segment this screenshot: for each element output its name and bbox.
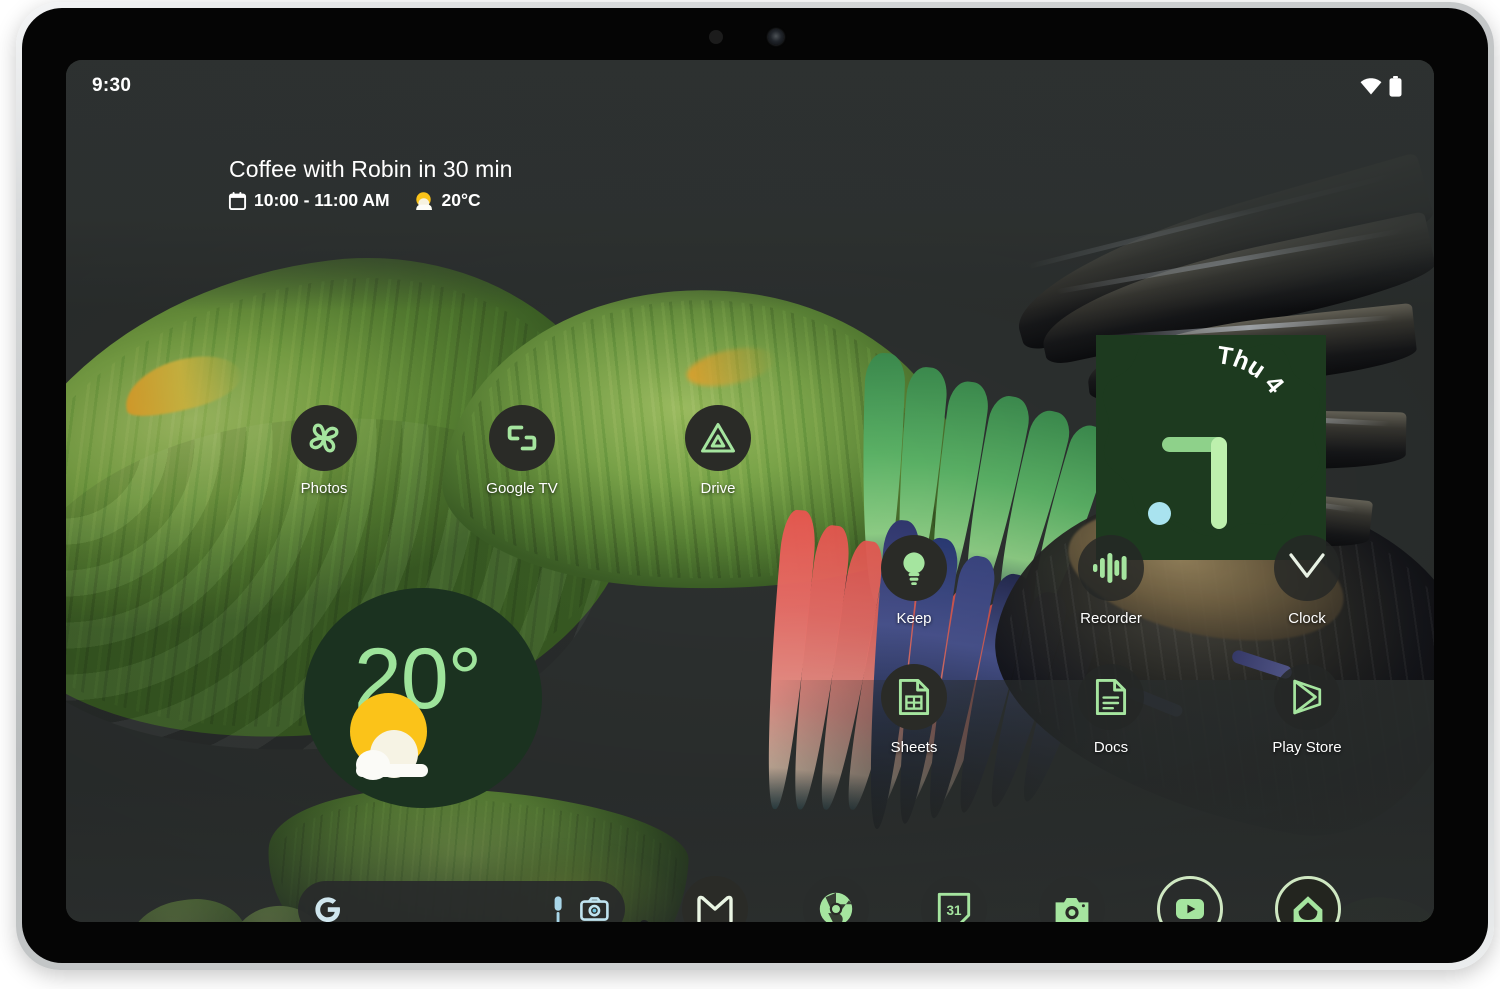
youtube-icon [1175, 898, 1205, 920]
app-label-docs: Docs [1093, 739, 1129, 756]
camera-lens-icon[interactable] [580, 897, 609, 921]
weather-widget[interactable]: 20° [304, 588, 542, 808]
app-play-store[interactable]: Play Store [1254, 664, 1360, 756]
front-camera-icon [768, 29, 784, 45]
recorder-icon[interactable] [1078, 535, 1144, 601]
app-label-drive: Drive [700, 480, 736, 497]
gmail-icon [696, 894, 734, 922]
app-keep[interactable]: Keep [861, 535, 967, 627]
clock-icon[interactable] [1274, 535, 1340, 601]
clock-widget[interactable]: Thu 4 [1096, 335, 1326, 560]
cloud-shape [356, 730, 428, 780]
google-sheets-icon[interactable] [881, 664, 947, 730]
at-a-glance-widget[interactable]: Coffee with Robin in 30 min 10:00 - 11:0… [228, 156, 513, 211]
app-sheets[interactable]: Sheets [861, 664, 967, 756]
screenshot-root: 9:30 Coffee with Robin in 30 min 10:00 -… [0, 0, 1500, 989]
home-icon [1292, 894, 1324, 922]
app-recorder[interactable]: Recorder [1058, 535, 1164, 627]
google-drive-icon[interactable] [685, 405, 751, 471]
app-label-keep: Keep [896, 610, 932, 627]
google-search-bar[interactable] [298, 881, 625, 922]
status-bar: 9:30 [66, 60, 1434, 112]
google-tv-icon[interactable] [489, 405, 555, 471]
app-photos[interactable]: Photos [271, 405, 377, 497]
wifi-icon [1360, 77, 1382, 95]
app-label-recorder: Recorder [1080, 610, 1142, 627]
calendar-31-icon: 31 [937, 892, 971, 922]
app-drive[interactable]: Drive [665, 405, 771, 497]
app-label-google-tv: Google TV [486, 480, 558, 497]
tablet-screen: 9:30 Coffee with Robin in 30 min 10:00 -… [66, 60, 1434, 922]
app-label-photos: Photos [300, 480, 348, 497]
app-label-sheets: Sheets [890, 739, 938, 756]
status-icon-group [1360, 75, 1402, 97]
app-clock[interactable]: Clock [1254, 535, 1360, 627]
second-marker-dot [1148, 502, 1171, 525]
battery-icon [1389, 75, 1402, 97]
google-keep-icon[interactable] [881, 535, 947, 601]
google-docs-icon[interactable] [1078, 664, 1144, 730]
app-docs[interactable]: Docs [1058, 664, 1164, 756]
search-input[interactable] [341, 900, 548, 918]
camera-icon [1054, 895, 1090, 923]
glance-details: 10:00 - 11:00 AM 20°C [228, 190, 513, 211]
chrome-icon [818, 891, 854, 922]
status-clock: 9:30 [92, 75, 132, 96]
glance-time-range: 10:00 - 11:00 AM [254, 190, 390, 210]
clock-day-label: Thu 4 [1215, 341, 1289, 399]
google-g-icon [314, 896, 341, 923]
glance-temperature: 20°C [441, 190, 481, 210]
app-label-clock: Clock [1288, 610, 1326, 627]
sun-cloud-icon [413, 191, 434, 211]
google-photos-icon[interactable] [291, 405, 357, 471]
play-store-icon[interactable] [1274, 664, 1340, 730]
app-google-tv[interactable]: Google TV [469, 405, 575, 497]
glance-event-title: Coffee with Robin in 30 min [229, 156, 513, 182]
clock-minute-hand [1211, 437, 1227, 529]
calendar-icon [228, 191, 247, 210]
ambient-sensor-icon [709, 30, 723, 44]
calendar-day-number: 31 [946, 903, 962, 918]
app-label-play-store: Play Store [1272, 739, 1342, 756]
microphone-icon[interactable] [548, 895, 568, 922]
